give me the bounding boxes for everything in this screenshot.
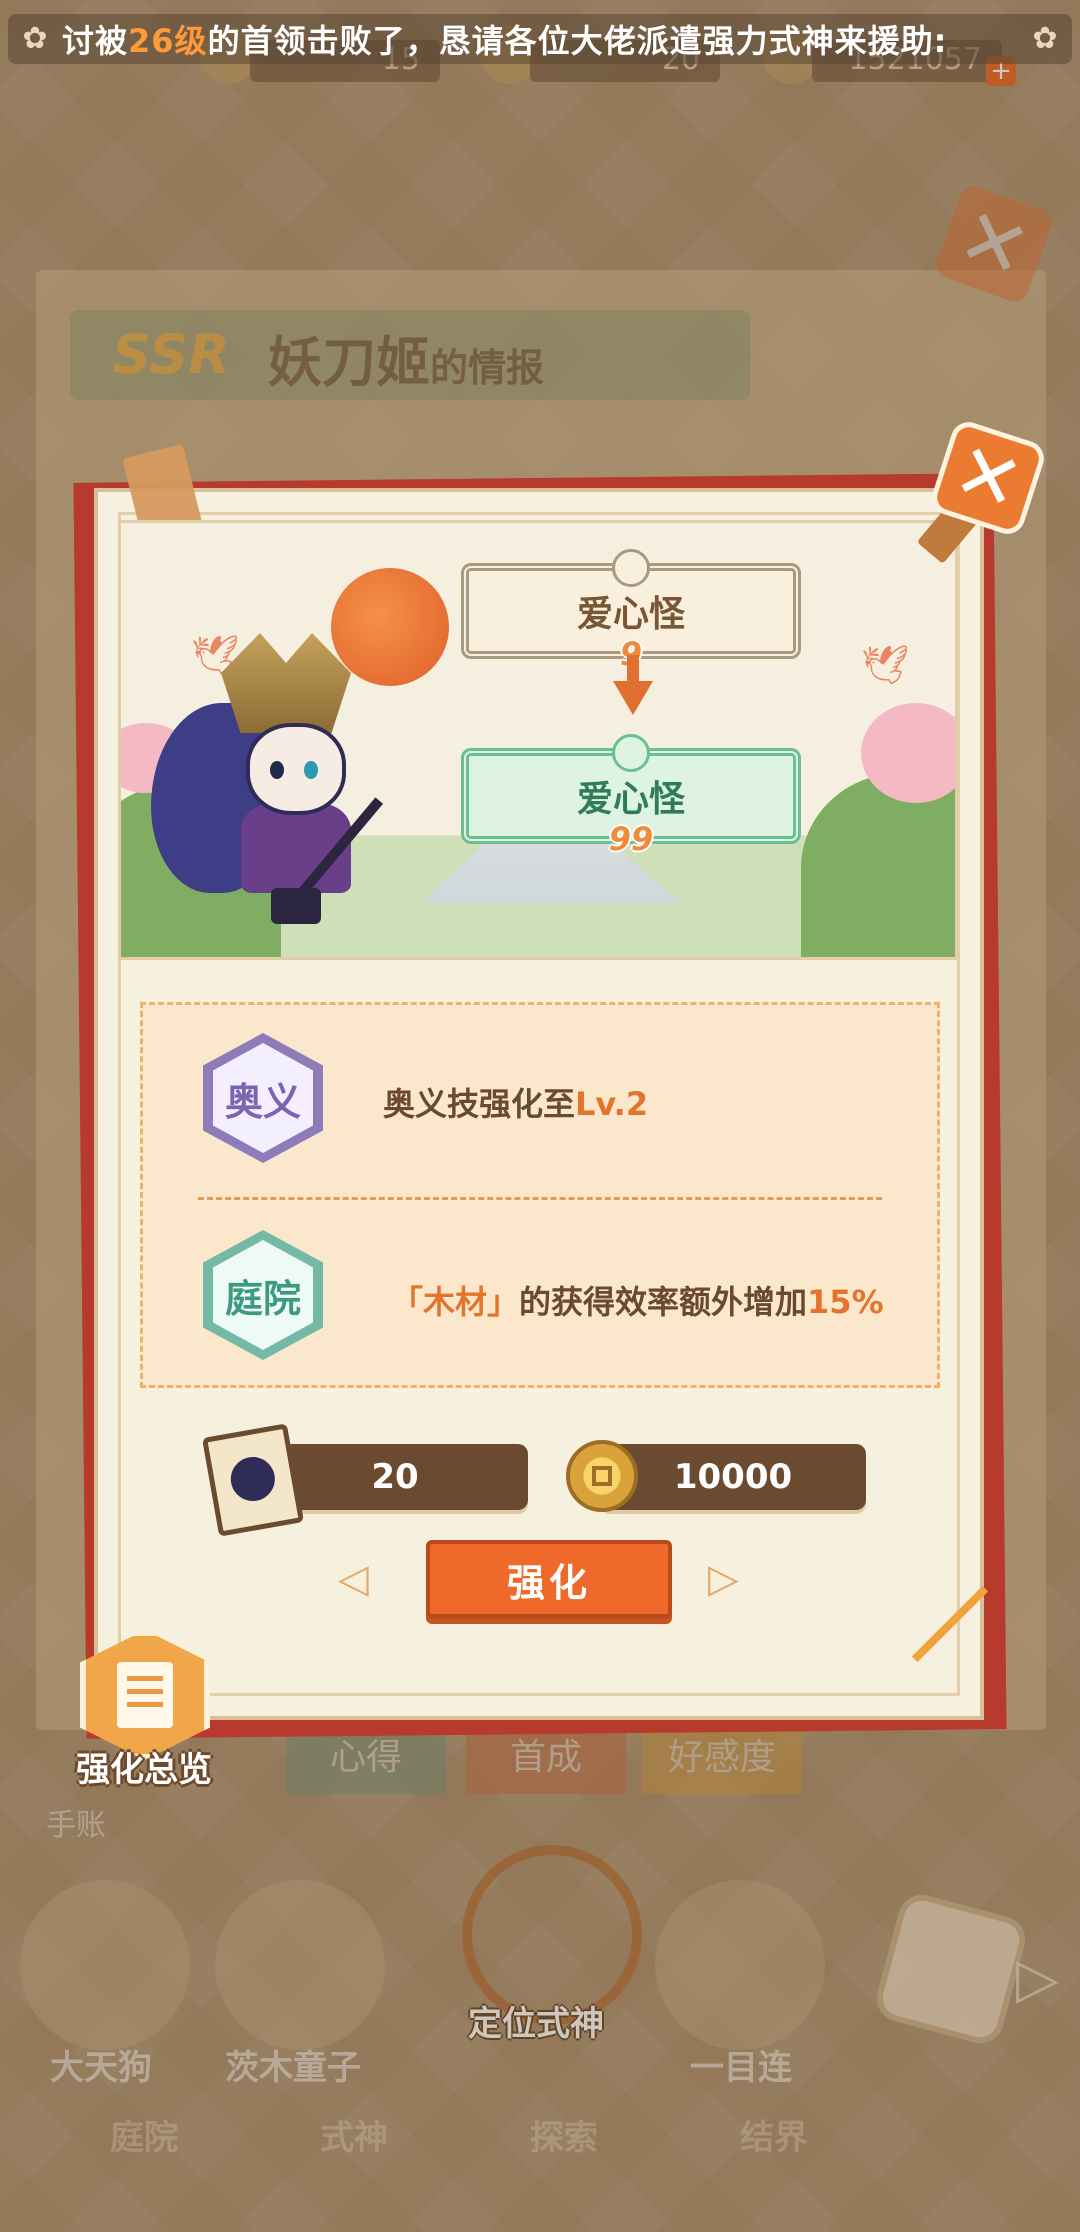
bird-icon: 🕊: [861, 643, 910, 687]
bonus-1-text: 奥义技强化至Lv.2: [383, 1085, 649, 1123]
character-card-icon: [201, 1423, 305, 1537]
shikigami-character: [151, 613, 391, 933]
deco-left: ◁: [338, 1556, 369, 1602]
gold-cost-pill: 10000: [600, 1444, 866, 1510]
bonus-info-box: 奥义 奥义技强化至Lv.2 庭院 「木材」的获得效率额外增加15%: [140, 1002, 940, 1388]
announcement-text: 讨被26级的首领击败了，恳请各位大佬派遣强力式神来援助:: [62, 22, 948, 60]
flower-icon: ✿: [22, 21, 48, 56]
announcement-marquee: ✿ 讨被26级的首领击败了，恳请各位大佬派遣强力式神来援助: ✿: [8, 14, 1072, 64]
upgrade-overview-label[interactable]: 强化总览: [76, 1742, 212, 1791]
deco-right: ▷: [708, 1556, 739, 1602]
gold-coin-icon: [566, 1440, 638, 1512]
knot-icon: [612, 549, 650, 587]
next-stage-tag: 爱心怪 99: [461, 734, 801, 858]
bonus-2-text: 「木材」的获得效率额外增加15%: [391, 1283, 884, 1321]
next-stage-name: 爱心怪: [576, 779, 685, 820]
upgrade-button[interactable]: 强化: [426, 1540, 672, 1618]
next-stage-level: 99: [608, 820, 654, 858]
flower-icon: ✿: [1032, 21, 1058, 56]
courtyard-badge: 庭院: [203, 1230, 323, 1360]
upgrade-scene: 🕊 🕊 爱心怪 9 爱心怪 99: [118, 520, 958, 960]
helmet: [221, 633, 351, 733]
document-icon: [117, 1662, 173, 1728]
current-stage-tag: 爱心怪 9: [461, 549, 801, 673]
current-stage-name: 爱心怪: [576, 594, 685, 635]
down-arrow-icon: [613, 681, 653, 715]
ougi-badge: 奥义: [203, 1033, 323, 1163]
knot-icon: [612, 734, 650, 772]
divider: [198, 1197, 882, 1200]
card-cost-pill: 20: [262, 1444, 528, 1510]
hill-decoration: [801, 773, 955, 957]
